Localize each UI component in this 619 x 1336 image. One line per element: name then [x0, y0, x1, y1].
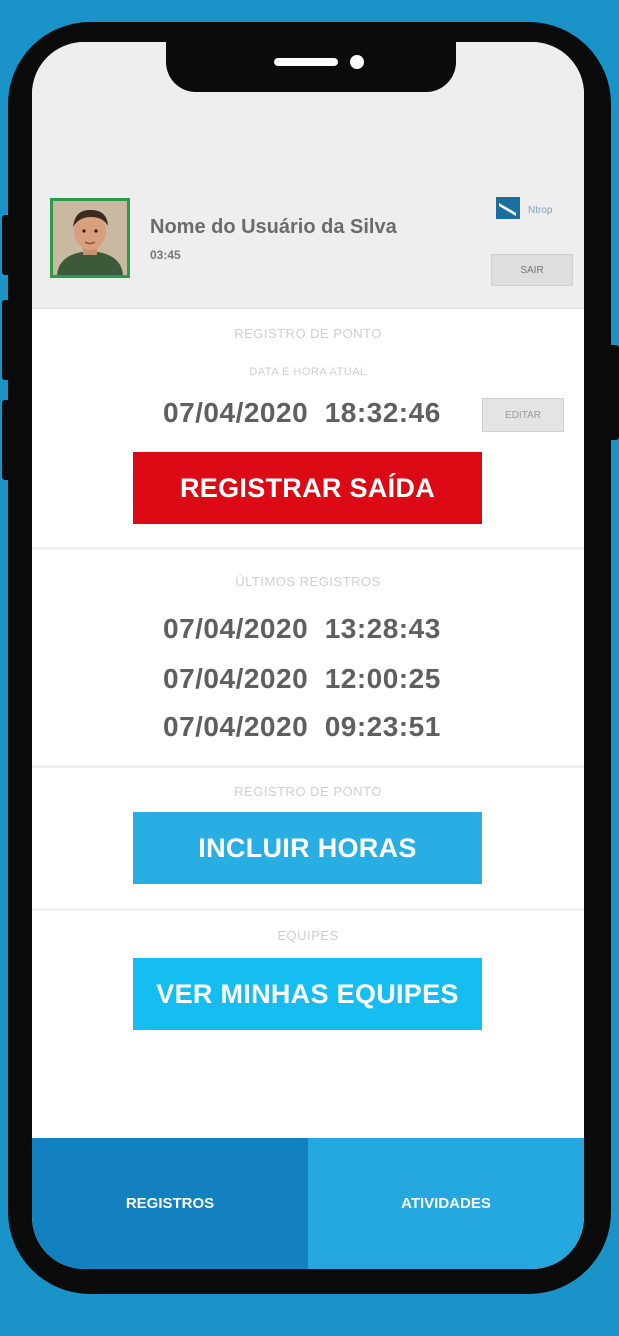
logo-icon — [496, 197, 520, 219]
avatar — [50, 198, 130, 278]
phone-notch — [166, 40, 456, 92]
equipes-section-title: EQUIPES — [277, 928, 339, 943]
user-time: 03:45 — [150, 248, 181, 262]
registro-entry: 07/04/2020 09:23:51 — [163, 711, 441, 742]
avatar-portrait — [53, 201, 127, 275]
incluir-section-title: REGISTRO DE PONTO — [234, 784, 382, 799]
registro-section-title: REGISTRO DE PONTO — [234, 326, 382, 341]
app-screen: Nome do Usuário da Silva 03:45 Ntrop SAI… — [32, 42, 584, 1269]
phone-side-button — [2, 215, 12, 275]
sair-button[interactable]: SAIR — [491, 254, 573, 286]
current-datetime-label: DATA E HORA ATUAL — [249, 366, 367, 378]
company-logo: Ntrop — [496, 197, 566, 225]
current-datetime: 07/04/2020 18:32:46 — [163, 397, 441, 428]
registro-entry: 07/04/2020 13:28:43 — [163, 613, 441, 644]
ultimos-section-title: ÚLTIMOS REGISTROS — [235, 574, 381, 589]
section-divider — [32, 908, 584, 911]
section-divider — [32, 765, 584, 768]
phone-side-button — [2, 300, 12, 380]
incluir-horas-button[interactable]: INCLUIR HORAS — [133, 812, 482, 884]
user-name: Nome do Usuário da Silva — [150, 216, 397, 238]
tab-registros[interactable]: REGISTROS — [32, 1138, 308, 1269]
speaker-grille — [274, 58, 338, 66]
ver-minhas-equipes-button[interactable]: VER MINHAS EQUIPES — [133, 958, 482, 1030]
bottom-tab-bar: REGISTROS ATIVIDADES — [32, 1138, 584, 1269]
tab-atividades[interactable]: ATIVIDADES — [308, 1138, 584, 1269]
phone-side-button — [2, 400, 12, 480]
section-divider — [32, 547, 584, 550]
registrar-saida-button[interactable]: REGISTRAR SAÍDA — [133, 452, 482, 524]
registro-entry: 07/04/2020 12:00:25 — [163, 663, 441, 694]
front-camera — [350, 55, 364, 69]
logo-text: Ntrop — [528, 205, 553, 216]
edit-button[interactable]: EDITAR — [482, 398, 564, 432]
phone-power-button — [607, 345, 619, 440]
